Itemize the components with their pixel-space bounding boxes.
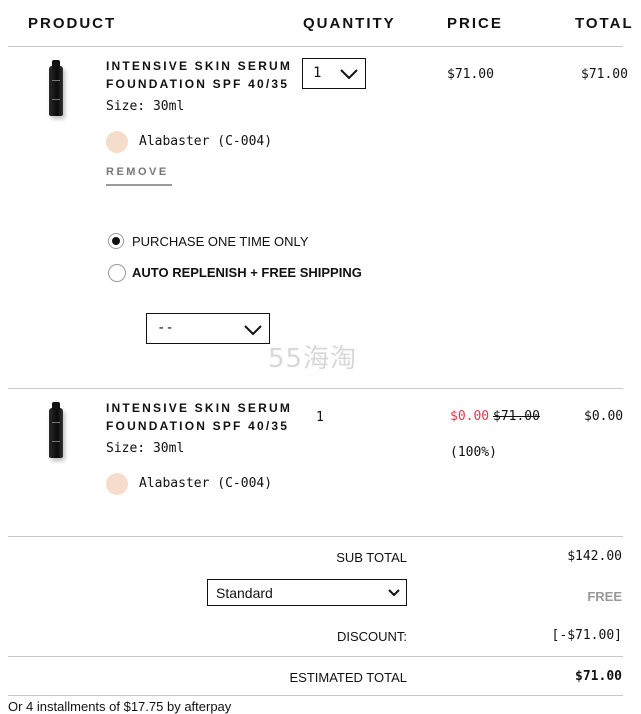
product-name-line: INTENSIVE SKIN SERUM [106, 59, 293, 73]
item-quantity: 1 [316, 410, 324, 425]
header-total: TOTAL [575, 15, 634, 32]
subtotal-value: $142.00 [567, 549, 622, 564]
item-total: $71.00 [581, 67, 628, 82]
shipping-method-select[interactable]: Standard [207, 579, 407, 606]
product-size: Size: 30ml [106, 441, 185, 456]
item-total: $0.00 [584, 409, 624, 424]
original-price: $71.00 [493, 409, 540, 424]
header-product: PRODUCT [28, 15, 117, 32]
option-auto-replenish-label[interactable]: AUTO REPLENISH + FREE SHIPPING [132, 265, 362, 280]
shade-swatch [106, 131, 128, 153]
chevron-down-icon [340, 69, 358, 80]
header-quantity: QUANTITY [303, 15, 396, 32]
quantity-value: 1 [313, 65, 322, 81]
product-name-line: FOUNDATION SPF 40/35 [106, 77, 290, 91]
discount-label: DISCOUNT: [336, 629, 407, 644]
shipping-method-value: Standard [216, 585, 273, 601]
product-image[interactable] [49, 60, 63, 116]
shipping-value: FREE [587, 589, 622, 604]
afterpay-installments[interactable]: Or 4 installments of $17.75 by afterpay [8, 699, 231, 714]
option-one-time-label[interactable]: PURCHASE ONE TIME ONLY [132, 234, 309, 249]
discount-value: [-$71.00] [551, 628, 622, 643]
discount-percent: (100%) [450, 445, 497, 460]
product-image[interactable] [49, 402, 63, 458]
watermark: 55海淘 [268, 344, 358, 374]
divider [8, 46, 623, 47]
item-price: $71.00 [447, 67, 494, 82]
product-name-line: FOUNDATION SPF 40/35 [106, 419, 290, 433]
frequency-value: -- [157, 320, 174, 336]
radio-auto-replenish[interactable] [108, 264, 126, 282]
header-price: PRICE [447, 15, 503, 32]
product-name[interactable]: INTENSIVE SKIN SERUM FOUNDATION SPF 40/3… [106, 57, 292, 93]
divider [8, 695, 623, 696]
estimated-total-label: ESTIMATED TOTAL [289, 670, 407, 685]
chevron-down-icon [388, 589, 400, 597]
shade-name: Alabaster (C-004) [139, 476, 273, 491]
quantity-select[interactable]: 1 [302, 58, 366, 89]
product-name[interactable]: INTENSIVE SKIN SERUM FOUNDATION SPF 40/3… [106, 399, 292, 435]
product-name-line: INTENSIVE SKIN SERUM [106, 401, 293, 415]
divider [8, 656, 623, 657]
remove-link[interactable]: REMOVE [106, 166, 172, 186]
subtotal-label: SUB TOTAL [336, 550, 407, 565]
radio-one-time[interactable] [108, 233, 124, 249]
shade-swatch [106, 473, 128, 495]
divider [8, 388, 623, 389]
shade-name: Alabaster (C-004) [139, 134, 273, 149]
frequency-select[interactable]: -- [146, 313, 270, 344]
divider [8, 536, 623, 537]
estimated-total-value: $71.00 [575, 669, 622, 684]
chevron-down-icon [244, 325, 262, 336]
product-size: Size: 30ml [106, 99, 185, 114]
sale-price: $0.00 [450, 409, 490, 424]
